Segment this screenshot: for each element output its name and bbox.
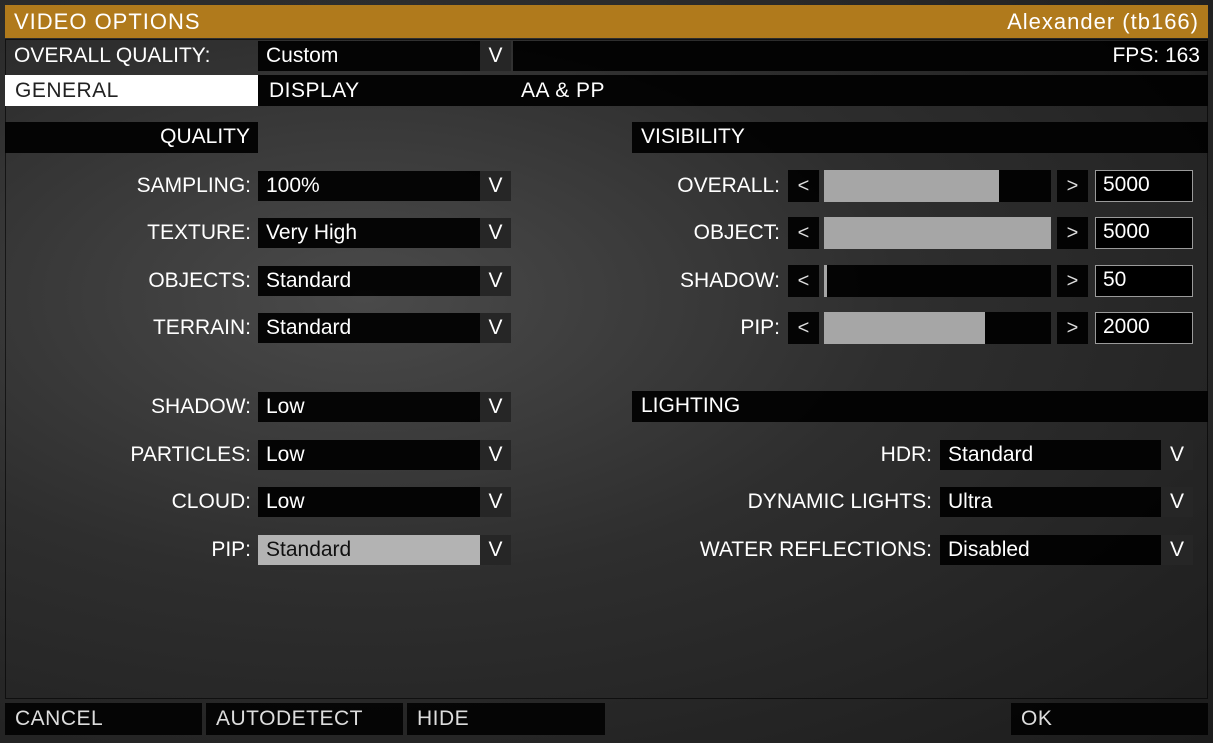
chevron-down-icon[interactable]: V (480, 487, 511, 517)
sampling-dropdown[interactable]: 100% (258, 171, 480, 201)
increase-arrow-icon[interactable]: > (1057, 312, 1088, 344)
quality-heading: QUALITY (5, 122, 258, 153)
sampling-label: SAMPLING: (136, 174, 251, 197)
pip-quality-label: PIP: (211, 538, 251, 561)
decrease-arrow-icon[interactable]: < (788, 217, 819, 249)
increase-arrow-icon[interactable]: > (1057, 217, 1088, 249)
shadow-visibility-input[interactable]: 50 (1095, 265, 1193, 297)
texture-label: TEXTURE: (147, 221, 251, 244)
decrease-arrow-icon[interactable]: < (788, 265, 819, 297)
chevron-down-icon[interactable]: V (480, 218, 511, 248)
cloud-dropdown[interactable]: Low (258, 487, 480, 517)
tab-display[interactable]: DISPLAY (259, 75, 511, 106)
cloud-label: CLOUD: (171, 490, 251, 513)
lighting-heading: LIGHTING (632, 391, 1208, 422)
chevron-down-icon[interactable]: V (480, 313, 511, 343)
texture-dropdown[interactable]: Very High (258, 218, 480, 248)
decrease-arrow-icon[interactable]: < (788, 170, 819, 202)
terrain-dropdown[interactable]: Standard (258, 313, 480, 343)
overall-visibility-label: OVERALL: (677, 174, 780, 197)
dynamic-lights-label: DYNAMIC LIGHTS: (747, 490, 932, 513)
chevron-down-icon[interactable]: V (480, 440, 511, 470)
particles-label: PARTICLES: (130, 443, 251, 466)
object-visibility-slider[interactable] (824, 217, 1051, 249)
tab-aa-pp[interactable]: AA & PP (511, 75, 763, 106)
increase-arrow-icon[interactable]: > (1057, 170, 1088, 202)
fps-counter: FPS: 163 (1112, 44, 1200, 67)
objects-label: OBJECTS: (148, 269, 251, 292)
overall-quality-chevron-down-icon[interactable]: V (480, 41, 511, 71)
dynamic-lights-dropdown[interactable]: Ultra (940, 487, 1161, 517)
autodetect-button[interactable]: AUTODETECT (206, 703, 403, 735)
slider-fill (824, 265, 827, 297)
hdr-dropdown[interactable]: Standard (940, 440, 1161, 470)
overall-quality-label: OVERALL QUALITY: (14, 44, 211, 67)
pip-visibility-slider[interactable] (824, 312, 1051, 344)
particles-dropdown[interactable]: Low (258, 440, 480, 470)
chevron-down-icon[interactable]: V (1161, 487, 1193, 517)
terrain-label: TERRAIN: (152, 316, 251, 339)
visibility-heading: VISIBILITY (632, 122, 1208, 153)
shadow-visibility-label: SHADOW: (680, 269, 780, 292)
fps-bar (513, 41, 1208, 71)
overall-visibility-input[interactable]: 5000 (1095, 170, 1193, 202)
chevron-down-icon[interactable]: V (1161, 440, 1193, 470)
slider-fill (824, 170, 999, 202)
overall-quality-dropdown[interactable]: Custom (258, 41, 480, 71)
pip-quality-dropdown[interactable]: Standard (258, 535, 480, 565)
user-name: Alexander (tb166) (1007, 9, 1199, 34)
title-bar: VIDEO OPTIONS Alexander (tb166) (5, 5, 1208, 38)
increase-arrow-icon[interactable]: > (1057, 265, 1088, 297)
hdr-label: HDR: (880, 443, 932, 466)
object-visibility-label: OBJECT: (693, 221, 780, 244)
chevron-down-icon[interactable]: V (480, 171, 511, 201)
shadow-quality-dropdown[interactable]: Low (258, 392, 480, 422)
chevron-down-icon[interactable]: V (480, 535, 511, 565)
decrease-arrow-icon[interactable]: < (788, 312, 819, 344)
slider-fill (824, 312, 986, 344)
overall-visibility-slider[interactable] (824, 170, 1051, 202)
pip-visibility-label: PIP: (740, 316, 780, 339)
ok-button[interactable]: OK (1011, 703, 1208, 735)
shadow-visibility-slider[interactable] (824, 265, 1051, 297)
chevron-down-icon[interactable]: V (1161, 535, 1193, 565)
tab-general[interactable]: GENERAL (5, 75, 258, 106)
slider-fill (824, 217, 1051, 249)
water-reflections-dropdown[interactable]: Disabled (940, 535, 1161, 565)
hide-button[interactable]: HIDE (407, 703, 605, 735)
chevron-down-icon[interactable]: V (480, 266, 511, 296)
chevron-down-icon[interactable]: V (480, 392, 511, 422)
pip-visibility-input[interactable]: 2000 (1095, 312, 1193, 344)
shadow-quality-label: SHADOW: (151, 395, 251, 418)
objects-dropdown[interactable]: Standard (258, 266, 480, 296)
object-visibility-input[interactable]: 5000 (1095, 217, 1193, 249)
window-title: VIDEO OPTIONS (14, 9, 201, 34)
water-reflections-label: WATER REFLECTIONS: (699, 538, 932, 561)
cancel-button[interactable]: CANCEL (5, 703, 202, 735)
